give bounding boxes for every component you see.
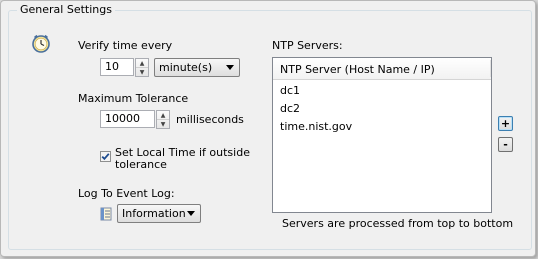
event-log-icon bbox=[100, 207, 112, 221]
event-log-value: Information bbox=[122, 207, 186, 220]
max-tolerance-label: Maximum Tolerance bbox=[78, 92, 189, 105]
spinner-up-icon[interactable]: ▲ bbox=[157, 111, 169, 119]
milliseconds-label: milliseconds bbox=[176, 113, 244, 126]
remove-server-button[interactable]: - bbox=[498, 137, 513, 152]
list-item[interactable]: dc1 bbox=[273, 82, 491, 100]
chevron-down-icon bbox=[187, 211, 195, 216]
ntp-column-header-label: NTP Server (Host Name / IP) bbox=[280, 63, 435, 76]
verify-interval-spinner[interactable]: ▲ ▼ bbox=[135, 58, 149, 77]
ntp-order-note: Servers are processed from top to bottom bbox=[282, 217, 514, 230]
ntp-servers-label: NTP Servers: bbox=[272, 39, 343, 52]
ntp-column-header[interactable]: NTP Server (Host Name / IP) bbox=[273, 58, 491, 80]
ntp-server-rows: dc1 dc2 time.nist.gov bbox=[273, 80, 491, 136]
settings-panel: General Settings Verify time every 10 ▲ … bbox=[0, 0, 536, 257]
column-separator bbox=[490, 60, 491, 77]
verify-unit-select[interactable]: minute(s) bbox=[154, 58, 240, 77]
spinner-down-icon[interactable]: ▼ bbox=[136, 67, 148, 76]
max-tolerance-input[interactable]: 10000 bbox=[100, 110, 155, 128]
add-server-button[interactable]: + bbox=[498, 116, 513, 131]
spinner-down-icon[interactable]: ▼ bbox=[157, 119, 169, 128]
group-title: General Settings bbox=[17, 3, 115, 16]
verify-time-label: Verify time every bbox=[78, 39, 173, 52]
clock-icon bbox=[32, 34, 50, 53]
event-log-label: Log To Event Log: bbox=[78, 187, 175, 200]
event-log-select[interactable]: Information bbox=[117, 204, 201, 223]
verify-unit-value: minute(s) bbox=[159, 61, 213, 74]
chevron-down-icon bbox=[226, 65, 234, 70]
ntp-server-list[interactable]: NTP Server (Host Name / IP) dc1 dc2 time… bbox=[272, 57, 492, 213]
spinner-up-icon[interactable]: ▲ bbox=[136, 59, 148, 67]
list-item[interactable]: time.nist.gov bbox=[273, 118, 491, 136]
verify-interval-input[interactable]: 10 bbox=[100, 58, 134, 76]
set-local-time-label-line2: tolerance bbox=[115, 158, 167, 171]
set-local-time-checkbox[interactable] bbox=[100, 151, 111, 162]
max-tolerance-spinner[interactable]: ▲ ▼ bbox=[156, 110, 170, 129]
check-icon bbox=[101, 153, 110, 161]
list-item[interactable]: dc2 bbox=[273, 100, 491, 118]
